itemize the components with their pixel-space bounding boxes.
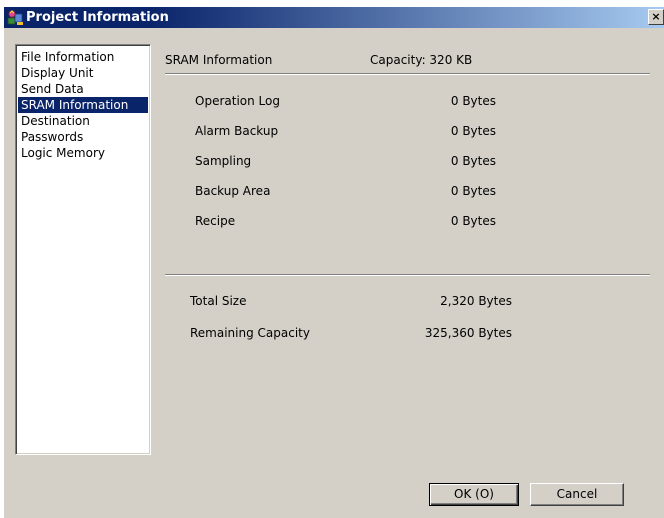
nav-item-sram-information[interactable]: SRAM Information — [18, 97, 148, 113]
header-separator — [165, 73, 650, 75]
close-icon: × — [651, 10, 661, 23]
remaining-capacity-label: Remaining Capacity — [190, 326, 310, 340]
totals-separator — [165, 274, 650, 276]
nav-item-file-information[interactable]: File Information — [18, 49, 148, 65]
row-value-backup-area: 0 Bytes — [450, 184, 496, 198]
nav-item-display-unit[interactable]: Display Unit — [18, 65, 148, 81]
project-information-dialog: Project Information × File Information D… — [4, 7, 664, 518]
row-label-alarm-backup: Alarm Backup — [195, 124, 279, 138]
nav-item-destination[interactable]: Destination — [18, 113, 148, 129]
panel-title: SRAM Information — [165, 53, 273, 67]
row-label-backup-area: Backup Area — [195, 184, 271, 198]
capacity-label: Capacity: 320 KB — [370, 53, 473, 67]
row-value-recipe: 0 Bytes — [450, 214, 496, 228]
category-list[interactable]: File Information Display Unit Send Data … — [15, 44, 151, 455]
row-value-sampling: 0 Bytes — [450, 154, 496, 168]
project-info-icon — [7, 10, 23, 25]
row-value-operation-log: 0 Bytes — [450, 94, 496, 108]
nav-item-logic-memory[interactable]: Logic Memory — [18, 145, 148, 161]
total-size-value: 2,320 Bytes — [440, 294, 512, 308]
title-bar[interactable]: Project Information × — [4, 7, 664, 28]
remaining-capacity-value: 325,360 Bytes — [424, 326, 512, 340]
nav-item-passwords[interactable]: Passwords — [18, 129, 148, 145]
row-label-sampling: Sampling — [195, 154, 252, 168]
dialog-title: Project Information — [26, 10, 169, 25]
total-size-label: Total Size — [190, 294, 247, 308]
cancel-button[interactable]: Cancel — [530, 483, 624, 506]
row-label-recipe: Recipe — [195, 214, 236, 228]
row-value-alarm-backup: 0 Bytes — [450, 124, 496, 138]
ok-button[interactable]: OK (O) — [429, 483, 519, 506]
close-button[interactable]: × — [648, 9, 664, 25]
nav-item-send-data[interactable]: Send Data — [18, 81, 148, 97]
row-label-operation-log: Operation Log — [195, 94, 280, 108]
